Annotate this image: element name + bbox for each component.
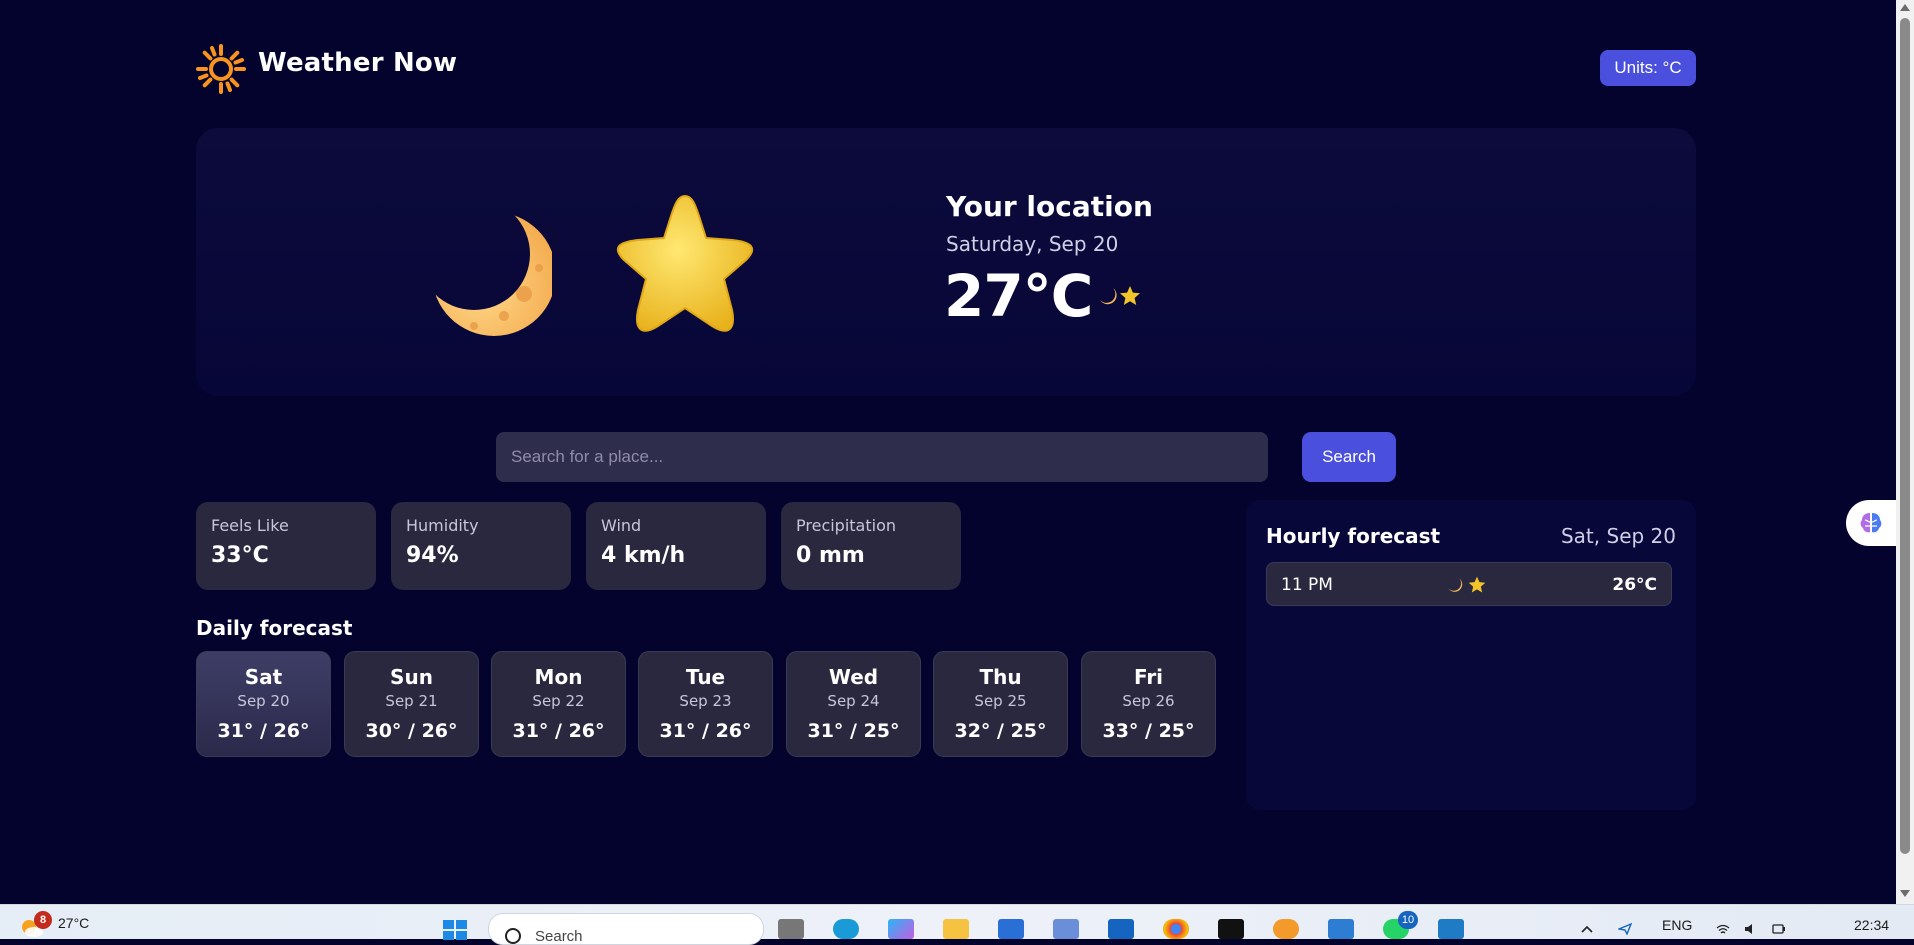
day-name: Fri — [1133, 665, 1164, 689]
day-date: Sep 26 — [1122, 692, 1175, 710]
stat-precipitation: Precipitation 0 mm — [781, 502, 961, 590]
wifi-icon[interactable] — [1716, 923, 1730, 935]
weather-notification-badge: 8 — [34, 911, 52, 929]
search-input[interactable] — [496, 432, 1268, 482]
stat-value: 94% — [406, 543, 459, 568]
scrollbar-thumb[interactable] — [1900, 18, 1910, 854]
stat-value: 0 mm — [796, 543, 865, 568]
day-date: Sep 24 — [827, 692, 880, 710]
crescent-moon-icon — [1100, 288, 1117, 305]
day-card-tue[interactable]: Tue Sep 23 31° / 26° — [638, 651, 773, 757]
dropbox-icon[interactable] — [1218, 919, 1244, 939]
app-icon[interactable] — [1108, 919, 1134, 939]
star-icon — [1120, 286, 1140, 305]
copilot-icon[interactable] — [888, 919, 914, 939]
edge-browser-icon[interactable] — [833, 919, 859, 939]
star-icon — [1468, 576, 1486, 593]
hourly-forecast-panel: Hourly forecast Sat, Sep 20 11 PM 26°C — [1246, 500, 1696, 810]
current-weather-card: Your location Saturday, Sep 20 27°C — [196, 128, 1696, 396]
day-date: Sep 25 — [974, 692, 1027, 710]
system-clock[interactable]: 22:34 — [1854, 917, 1889, 933]
day-card-wed[interactable]: Wed Sep 24 31° / 25° — [786, 651, 921, 757]
day-name: Thu — [979, 665, 1022, 689]
location-name: Your location — [946, 190, 1153, 223]
hour-time: 11 PM — [1281, 575, 1333, 595]
day-date: Sep 21 — [385, 692, 438, 710]
crescent-moon-icon — [1448, 578, 1463, 592]
crescent-moon-icon — [432, 212, 552, 336]
stat-label: Wind — [601, 516, 642, 535]
stat-label: Feels Like — [211, 516, 289, 535]
day-date: Sep 22 — [532, 692, 585, 710]
scroll-up-arrow-icon[interactable] — [1900, 4, 1910, 11]
hourly-forecast-title: Hourly forecast — [1266, 524, 1441, 548]
app-icon[interactable] — [1328, 919, 1354, 939]
stat-value: 4 km/h — [601, 543, 686, 568]
day-temp-range: 32° / 25° — [954, 720, 1047, 742]
day-temp-range: 30° / 26° — [365, 720, 458, 742]
stat-label: Precipitation — [796, 516, 897, 535]
day-card-sun[interactable]: Sun Sep 21 30° / 26° — [344, 651, 479, 757]
day-name: Tue — [685, 665, 726, 689]
stat-value: 33°C — [211, 543, 269, 568]
whatsapp-notification-badge: 10 — [1398, 911, 1418, 929]
stat-wind: Wind 4 km/h — [586, 502, 766, 590]
taskbar-temperature[interactable]: 27°C — [58, 915, 89, 931]
search-icon — [505, 928, 521, 944]
vertical-scrollbar[interactable] — [1896, 0, 1914, 904]
stat-feels-like: Feels Like 33°C — [196, 502, 376, 590]
day-temp-range: 31° / 26° — [512, 720, 605, 742]
day-card-mon[interactable]: Mon Sep 22 31° / 26° — [491, 651, 626, 757]
stat-humidity: Humidity 94% — [391, 502, 571, 590]
send-icon[interactable] — [1618, 923, 1632, 935]
scroll-down-arrow-icon[interactable] — [1900, 890, 1910, 897]
day-temp-range: 31° / 26° — [217, 720, 310, 742]
hourly-day-selector[interactable]: Sat, Sep 20 — [1561, 524, 1676, 548]
day-temp-range: 31° / 25° — [807, 720, 900, 742]
task-view-icon[interactable] — [778, 919, 804, 939]
file-explorer-icon[interactable] — [943, 919, 969, 939]
day-name: Sun — [390, 665, 433, 689]
search-button[interactable]: Search — [1302, 432, 1396, 482]
daily-forecast-title: Daily forecast — [196, 616, 353, 640]
day-name: Mon — [534, 665, 583, 689]
cloud-app-icon[interactable] — [1273, 919, 1299, 939]
language-indicator[interactable]: ENG — [1662, 917, 1692, 933]
day-card-sat[interactable]: Sat Sep 20 31° / 26° — [196, 651, 331, 757]
stat-label: Humidity — [406, 516, 479, 535]
weather-app-page: Weather Now Units: °C Your location Satu… — [0, 0, 1902, 904]
day-temp-range: 33° / 25° — [1102, 720, 1195, 742]
units-toggle-button[interactable]: Units: °C — [1600, 50, 1696, 86]
day-temp-range: 31° / 26° — [659, 720, 752, 742]
day-date: Sep 23 — [679, 692, 732, 710]
taskbar-search-box[interactable]: Search — [488, 913, 764, 945]
hour-temp: 26°C — [1612, 575, 1657, 595]
app-title: Weather Now — [258, 48, 458, 78]
day-name: Wed — [828, 665, 879, 689]
day-date: Sep 20 — [237, 692, 290, 710]
taskbar-search-label: Search — [535, 928, 583, 945]
day-card-fri[interactable]: Fri Sep 26 33° / 25° — [1081, 651, 1216, 757]
brain-icon — [1860, 513, 1882, 533]
day-name: Sat — [244, 665, 283, 689]
current-date: Saturday, Sep 20 — [946, 232, 1119, 256]
star-icon — [616, 195, 754, 332]
windows-taskbar: 8 27°C Search 10 ENG 22:34 — [0, 904, 1914, 945]
vscode-icon[interactable] — [1438, 919, 1464, 939]
hourly-row: 11 PM 26°C — [1266, 562, 1672, 606]
current-temperature: 27°C — [944, 262, 1093, 330]
volume-icon[interactable] — [1744, 923, 1758, 935]
chevron-up-icon[interactable] — [1580, 923, 1594, 935]
battery-icon[interactable] — [1772, 923, 1786, 935]
sun-logo-icon — [196, 44, 246, 94]
side-assistant-widget[interactable] — [1846, 500, 1902, 546]
day-card-thu[interactable]: Thu Sep 25 32° / 25° — [933, 651, 1068, 757]
chrome-browser-icon[interactable] — [1163, 919, 1189, 939]
microsoft-store-icon[interactable] — [998, 919, 1024, 939]
app-icon[interactable] — [1053, 919, 1079, 939]
